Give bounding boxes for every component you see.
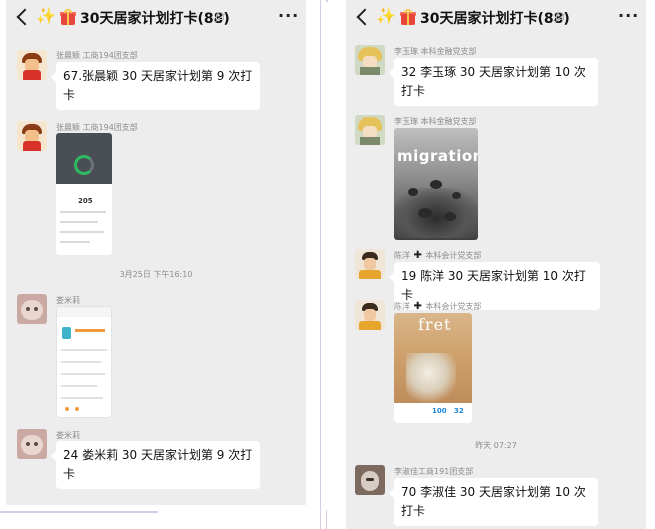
mute-bell-icon	[214, 11, 226, 23]
sender-name: 张晨颖 工商194团支部	[56, 123, 138, 132]
avatar[interactable]	[355, 465, 385, 495]
sender-name: 李淑佳工商191团支部	[394, 467, 474, 476]
more-options-button[interactable]: ···	[278, 6, 299, 25]
separator-line	[326, 510, 327, 529]
avatar[interactable]	[355, 45, 385, 75]
fret-poster[interactable]: fret 100 32	[394, 313, 472, 423]
avatar[interactable]	[355, 300, 385, 330]
back-icon[interactable]	[16, 8, 28, 26]
sparkle-icon: ✨	[36, 6, 56, 25]
message-bubble[interactable]: 70 李淑佳 30 天居家计划第 10 次打卡	[389, 478, 598, 526]
cross-icon: ✚	[410, 250, 426, 261]
mute-bell-icon	[554, 11, 566, 23]
chat-panel-left: ✨ 30天居家计划打卡(88) ··· 张晨颖 工商194团支部 67.张晨颖 …	[6, 0, 306, 505]
avatar[interactable]	[17, 121, 47, 151]
sender-name: 陈洋 ✚ 本科会计党支部	[394, 301, 482, 312]
cross-icon: ✚	[410, 301, 426, 312]
separator-line	[0, 511, 158, 513]
poster-title: migration	[397, 147, 478, 165]
more-options-button[interactable]: ···	[618, 6, 639, 25]
sender-name: 娄米莉	[56, 296, 80, 305]
screenshot-number: 205	[78, 197, 93, 205]
message-bubble[interactable]: 24 娄米莉 30 天居家计划第 9 次打卡	[51, 441, 260, 489]
sparkle-icon: ✨	[376, 6, 396, 25]
chat-title-bar: ✨ 30天居家计划打卡(88) ···	[346, 0, 646, 34]
step-app-screenshot[interactable]	[56, 306, 112, 418]
avatar[interactable]	[355, 249, 385, 279]
poster-stat: 100	[432, 407, 447, 415]
back-icon[interactable]	[356, 8, 368, 26]
sender-name: 娄米莉	[56, 431, 80, 440]
avatar[interactable]	[355, 115, 385, 145]
separator-line	[320, 0, 321, 529]
fitness-app-screenshot[interactable]: 205	[56, 133, 112, 255]
poster-stat: 32	[454, 407, 464, 415]
chat-title-bar: ✨ 30天居家计划打卡(88) ···	[6, 0, 306, 34]
sender-name: 张晨颖 工商194团支部	[56, 51, 138, 60]
message-bubble[interactable]: 67.张晨颖 30 天居家计划第 9 次打卡	[51, 62, 260, 110]
migration-poster[interactable]: migration	[394, 128, 478, 240]
avatar[interactable]	[17, 294, 47, 324]
poster-title: fret	[418, 315, 452, 334]
sender-name: 李玉琢 本科金融党支部	[394, 117, 477, 126]
avatar[interactable]	[17, 429, 47, 459]
sender-name: 李玉琢 本科金融党支部	[394, 47, 477, 56]
chat-panel-right: ✨ 30天居家计划打卡(88) ··· 李玉琢 本科金融党支部 32 李玉琢 3…	[346, 0, 646, 529]
message-bubble[interactable]: 32 李玉琢 30 天居家计划第 10 次打卡	[389, 58, 598, 106]
avatar[interactable]	[17, 50, 47, 80]
timestamp: 昨天 07:27	[475, 441, 517, 450]
gift-icon	[60, 9, 76, 25]
chat-title: 30天居家计划打卡(88)	[80, 11, 230, 27]
gift-icon	[400, 9, 416, 25]
chat-title: 30天居家计划打卡(88)	[420, 11, 570, 27]
separator-line	[326, 0, 328, 2]
timestamp: 3月25日 下午16:10	[119, 270, 193, 279]
sender-name: 陈洋 ✚ 本科会计党支部	[394, 250, 482, 261]
